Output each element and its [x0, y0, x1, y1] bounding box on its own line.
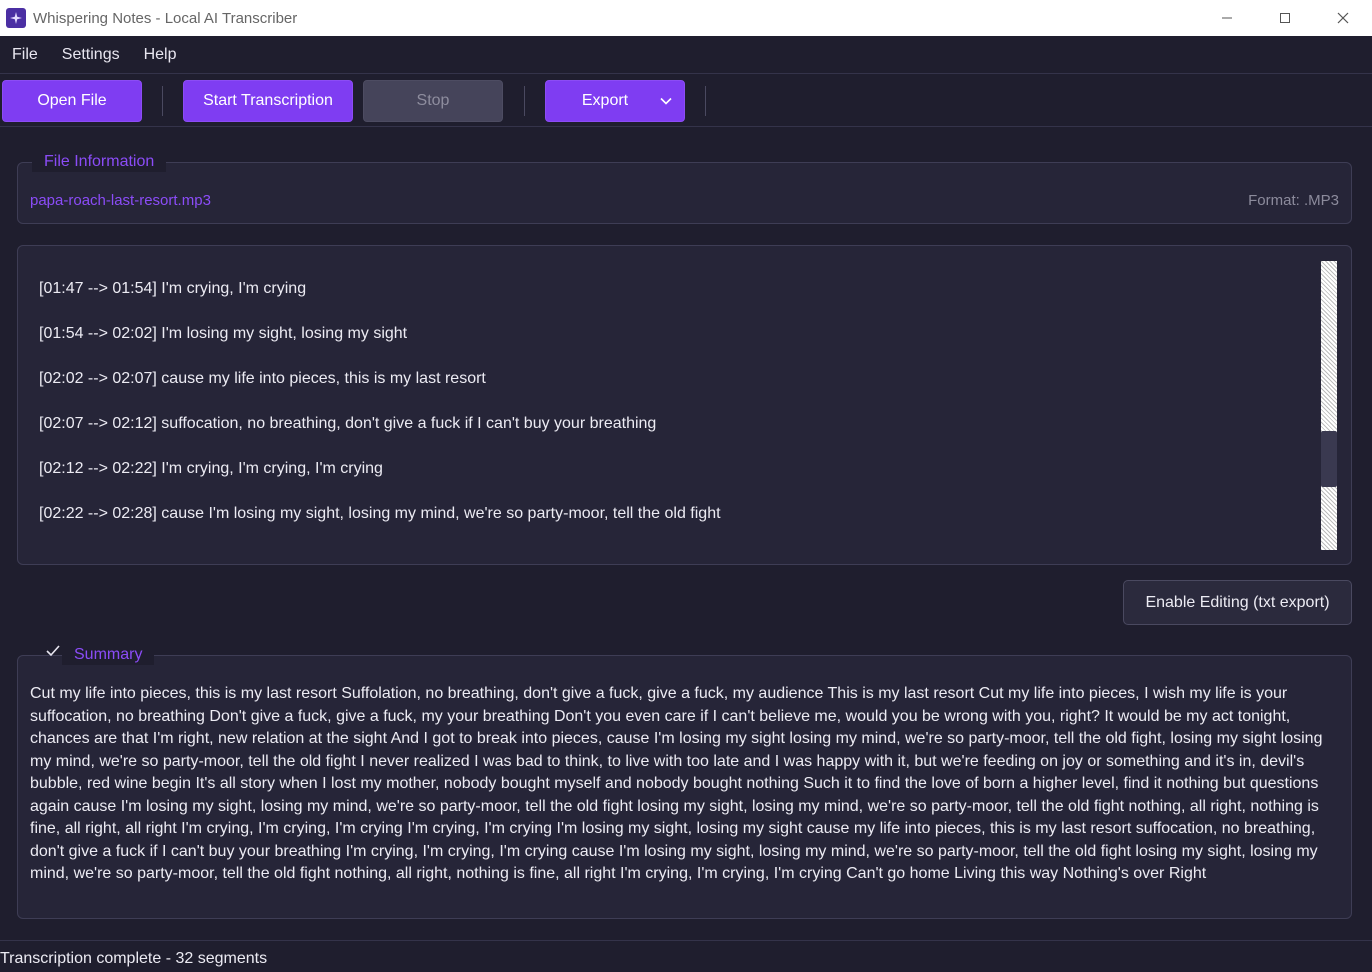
transcript-segment: [01:47 --> 01:54] I'm crying, I'm crying	[39, 280, 307, 297]
toolbar-separator	[162, 86, 163, 116]
summary-group: Summary Cut my life into pieces, this is…	[17, 645, 1352, 919]
close-icon	[1337, 12, 1349, 24]
summary-checkbox[interactable]	[44, 642, 62, 660]
window-controls	[1198, 0, 1372, 36]
status-bar: Transcription complete - 32 segments	[0, 940, 1372, 972]
transcript-view[interactable]: [01:47 --> 01:54] I'm crying, I'm crying…	[17, 245, 1352, 565]
start-transcription-button[interactable]: Start Transcription	[183, 80, 353, 122]
title-bar: Whispering Notes - Local AI Transcriber	[0, 0, 1372, 36]
close-button[interactable]	[1314, 0, 1372, 36]
transcript-scrollbar[interactable]	[1321, 261, 1337, 550]
file-information-group: File Information papa-roach-last-resort.…	[17, 152, 1352, 224]
maximize-icon	[1280, 13, 1290, 23]
stop-button[interactable]: Stop	[363, 80, 503, 122]
scrollbar-handle[interactable]	[1321, 431, 1337, 487]
window-title: Whispering Notes - Local AI Transcriber	[33, 9, 298, 27]
export-button[interactable]: Export	[545, 80, 685, 122]
status-text: Transcription complete - 32 segments	[0, 950, 268, 967]
menu-help[interactable]: Help	[132, 36, 189, 74]
open-file-button[interactable]: Open File	[2, 80, 142, 122]
file-information-title: File Information	[32, 152, 167, 172]
minimize-icon	[1222, 17, 1232, 19]
minimize-button[interactable]	[1198, 0, 1256, 36]
file-name: papa-roach-last-resort.mp3	[30, 192, 211, 209]
transcript-segment: [02:07 --> 02:12] suffocation, no breath…	[39, 415, 657, 432]
toolbar-separator	[524, 86, 525, 116]
menu-file[interactable]: File	[0, 36, 50, 74]
maximize-button[interactable]	[1256, 0, 1314, 36]
export-label: Export	[581, 92, 629, 109]
summary-title: Summary	[62, 645, 155, 665]
transcript-segment: [02:12 --> 02:22] I'm crying, I'm crying…	[39, 460, 383, 477]
toolbar-separator	[705, 86, 706, 116]
toolbar: Open File Start Transcription Stop Expor…	[0, 75, 1372, 127]
transcript-segment: [01:54 --> 02:02] I'm losing my sight, l…	[39, 325, 408, 342]
chevron-down-icon[interactable]	[656, 81, 676, 121]
transcript-segment: [02:22 --> 02:28] cause I'm losing my si…	[39, 505, 721, 522]
enable-editing-button[interactable]: Enable Editing (txt export)	[1123, 580, 1352, 625]
menu-settings[interactable]: Settings	[50, 36, 132, 74]
checkmark-icon	[46, 645, 60, 657]
menu-bar: File Settings Help	[0, 36, 1372, 74]
summary-text: Cut my life into pieces, this is my last…	[30, 685, 1323, 882]
file-format: Format: .MP3	[1248, 192, 1339, 209]
app-logo-icon	[6, 8, 26, 28]
transcript-segment: [02:02 --> 02:07] cause my life into pie…	[39, 370, 486, 387]
